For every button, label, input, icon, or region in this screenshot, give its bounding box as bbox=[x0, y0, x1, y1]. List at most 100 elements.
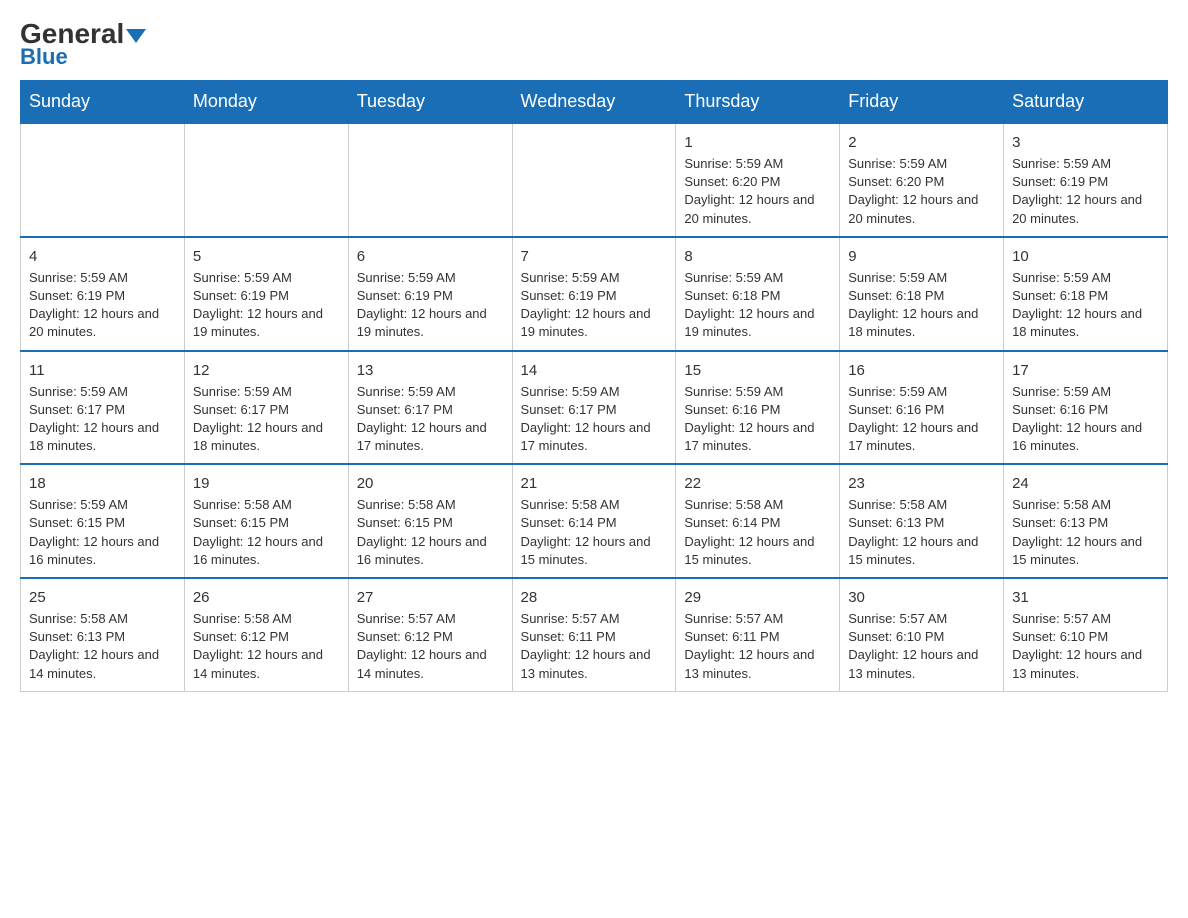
day-number: 28 bbox=[521, 587, 668, 608]
day-number: 8 bbox=[684, 246, 831, 267]
day-number: 16 bbox=[848, 360, 995, 381]
day-number: 18 bbox=[29, 473, 176, 494]
cell-info-line: Sunset: 6:11 PM bbox=[521, 628, 668, 646]
cell-info-line: Sunrise: 5:59 AM bbox=[29, 269, 176, 287]
cell-info-line: Sunset: 6:20 PM bbox=[848, 173, 995, 191]
calendar-cell: 3Sunrise: 5:59 AMSunset: 6:19 PMDaylight… bbox=[1004, 123, 1168, 237]
cell-info-line: Daylight: 12 hours and 19 minutes. bbox=[193, 305, 340, 341]
cell-info-line: Sunset: 6:14 PM bbox=[521, 514, 668, 532]
day-number: 7 bbox=[521, 246, 668, 267]
cell-info-line: Daylight: 12 hours and 13 minutes. bbox=[848, 646, 995, 682]
cell-info-line: Daylight: 12 hours and 17 minutes. bbox=[521, 419, 668, 455]
cell-info-line: Sunrise: 5:57 AM bbox=[684, 610, 831, 628]
day-header-sunday: Sunday bbox=[21, 81, 185, 124]
day-header-monday: Monday bbox=[184, 81, 348, 124]
day-number: 29 bbox=[684, 587, 831, 608]
cell-info-line: Daylight: 12 hours and 16 minutes. bbox=[29, 533, 176, 569]
day-number: 2 bbox=[848, 132, 995, 153]
cell-info-line: Sunset: 6:19 PM bbox=[193, 287, 340, 305]
cell-info-line: Sunrise: 5:59 AM bbox=[357, 383, 504, 401]
calendar-cell: 10Sunrise: 5:59 AMSunset: 6:18 PMDayligh… bbox=[1004, 237, 1168, 351]
cell-info-line: Sunrise: 5:57 AM bbox=[521, 610, 668, 628]
day-number: 21 bbox=[521, 473, 668, 494]
day-header-wednesday: Wednesday bbox=[512, 81, 676, 124]
day-number: 3 bbox=[1012, 132, 1159, 153]
calendar-cell: 31Sunrise: 5:57 AMSunset: 6:10 PMDayligh… bbox=[1004, 578, 1168, 691]
day-number: 20 bbox=[357, 473, 504, 494]
calendar-week-row: 11Sunrise: 5:59 AMSunset: 6:17 PMDayligh… bbox=[21, 351, 1168, 465]
calendar-cell bbox=[21, 123, 185, 237]
calendar-cell bbox=[184, 123, 348, 237]
day-number: 15 bbox=[684, 360, 831, 381]
cell-info-line: Sunset: 6:13 PM bbox=[1012, 514, 1159, 532]
calendar-cell bbox=[348, 123, 512, 237]
cell-info-line: Sunset: 6:15 PM bbox=[357, 514, 504, 532]
day-header-thursday: Thursday bbox=[676, 81, 840, 124]
calendar-cell: 6Sunrise: 5:59 AMSunset: 6:19 PMDaylight… bbox=[348, 237, 512, 351]
cell-info-line: Sunrise: 5:59 AM bbox=[848, 155, 995, 173]
calendar-cell: 29 Sunrise: 5:57 AMSunset: 6:11 PMDayligh… bbox=[676, 578, 840, 691]
cell-info-line: Daylight: 12 hours and 15 minutes. bbox=[684, 533, 831, 569]
calendar-cell: 20Sunrise: 5:58 AMSunset: 6:15 PMDayligh… bbox=[348, 464, 512, 578]
cell-info-line: Sunset: 6:17 PM bbox=[29, 401, 176, 419]
calendar-cell: 9Sunrise: 5:59 AMSunset: 6:18 PMDaylight… bbox=[840, 237, 1004, 351]
day-number: 12 bbox=[193, 360, 340, 381]
day-header-friday: Friday bbox=[840, 81, 1004, 124]
day-number: 24 bbox=[1012, 473, 1159, 494]
calendar-cell: 18Sunrise: 5:59 AMSunset: 6:15 PMDayligh… bbox=[21, 464, 185, 578]
logo: General Blue bbox=[20, 20, 146, 70]
cell-info-line: Sunrise: 5:59 AM bbox=[193, 383, 340, 401]
calendar-cell: 30Sunrise: 5:57 AMSunset: 6:10 PMDayligh… bbox=[840, 578, 1004, 691]
day-number: 13 bbox=[357, 360, 504, 381]
cell-info-line: Sunrise: 5:59 AM bbox=[1012, 383, 1159, 401]
cell-info-line: Sunset: 6:19 PM bbox=[521, 287, 668, 305]
cell-info-line: Sunrise: 5:58 AM bbox=[1012, 496, 1159, 514]
cell-info-line: Daylight: 12 hours and 19 minutes. bbox=[684, 305, 831, 341]
cell-info-line: Sunrise: 5:58 AM bbox=[848, 496, 995, 514]
day-number: 4 bbox=[29, 246, 176, 267]
day-number: 1 bbox=[684, 132, 831, 153]
day-number: 9 bbox=[848, 246, 995, 267]
calendar-week-row: 18Sunrise: 5:59 AMSunset: 6:15 PMDayligh… bbox=[21, 464, 1168, 578]
cell-info-line: Daylight: 12 hours and 16 minutes. bbox=[1012, 419, 1159, 455]
calendar-cell: 13Sunrise: 5:59 AMSunset: 6:17 PMDayligh… bbox=[348, 351, 512, 465]
logo-blue: Blue bbox=[20, 44, 68, 70]
calendar-table: SundayMondayTuesdayWednesdayThursdayFrid… bbox=[20, 80, 1168, 692]
cell-info-line: Sunrise: 5:59 AM bbox=[684, 269, 831, 287]
cell-info-line: Sunrise: 5:59 AM bbox=[357, 269, 504, 287]
cell-info-line: Sunset: 6:19 PM bbox=[1012, 173, 1159, 191]
calendar-cell: 14Sunrise: 5:59 AMSunset: 6:17 PMDayligh… bbox=[512, 351, 676, 465]
day-number: 31 bbox=[1012, 587, 1159, 608]
day-number: 23 bbox=[848, 473, 995, 494]
cell-info-line: Sunrise: 5:57 AM bbox=[357, 610, 504, 628]
cell-info-line: Sunrise: 5:58 AM bbox=[29, 610, 176, 628]
day-number: 17 bbox=[1012, 360, 1159, 381]
day-number: 27 bbox=[357, 587, 504, 608]
calendar-cell: 16Sunrise: 5:59 AMSunset: 6:16 PMDayligh… bbox=[840, 351, 1004, 465]
day-header-saturday: Saturday bbox=[1004, 81, 1168, 124]
calendar-week-row: 4Sunrise: 5:59 AMSunset: 6:19 PMDaylight… bbox=[21, 237, 1168, 351]
cell-info-line: Sunrise: 5:58 AM bbox=[193, 496, 340, 514]
cell-info-line: Sunrise: 5:59 AM bbox=[1012, 155, 1159, 173]
cell-info-line: Sunset: 6:15 PM bbox=[193, 514, 340, 532]
calendar-cell: 2Sunrise: 5:59 AMSunset: 6:20 PMDaylight… bbox=[840, 123, 1004, 237]
cell-info-line: Sunrise: 5:59 AM bbox=[193, 269, 340, 287]
cell-info-line: Daylight: 12 hours and 19 minutes. bbox=[357, 305, 504, 341]
calendar-week-row: 25Sunrise: 5:58 AMSunset: 6:13 PMDayligh… bbox=[21, 578, 1168, 691]
cell-info-line: Sunset: 6:17 PM bbox=[521, 401, 668, 419]
cell-info-line: Daylight: 12 hours and 18 minutes. bbox=[193, 419, 340, 455]
cell-info-line: Sunrise: 5:59 AM bbox=[29, 383, 176, 401]
cell-info-line: Sunset: 6:13 PM bbox=[848, 514, 995, 532]
day-number: 6 bbox=[357, 246, 504, 267]
cell-info-line: Daylight: 12 hours and 16 minutes. bbox=[357, 533, 504, 569]
cell-info-line: Daylight: 12 hours and 13 minutes. bbox=[684, 646, 831, 682]
calendar-cell: 4Sunrise: 5:59 AMSunset: 6:19 PMDaylight… bbox=[21, 237, 185, 351]
cell-info-line: Sunset: 6:11 PM bbox=[684, 628, 831, 646]
day-number: 26 bbox=[193, 587, 340, 608]
cell-info-line: Daylight: 12 hours and 14 minutes. bbox=[357, 646, 504, 682]
calendar-cell: 27Sunrise: 5:57 AMSunset: 6:12 PMDayligh… bbox=[348, 578, 512, 691]
cell-info-line: Sunset: 6:18 PM bbox=[848, 287, 995, 305]
day-number: 22 bbox=[684, 473, 831, 494]
calendar-cell: 19Sunrise: 5:58 AMSunset: 6:15 PMDayligh… bbox=[184, 464, 348, 578]
cell-info-line: Daylight: 12 hours and 17 minutes. bbox=[848, 419, 995, 455]
